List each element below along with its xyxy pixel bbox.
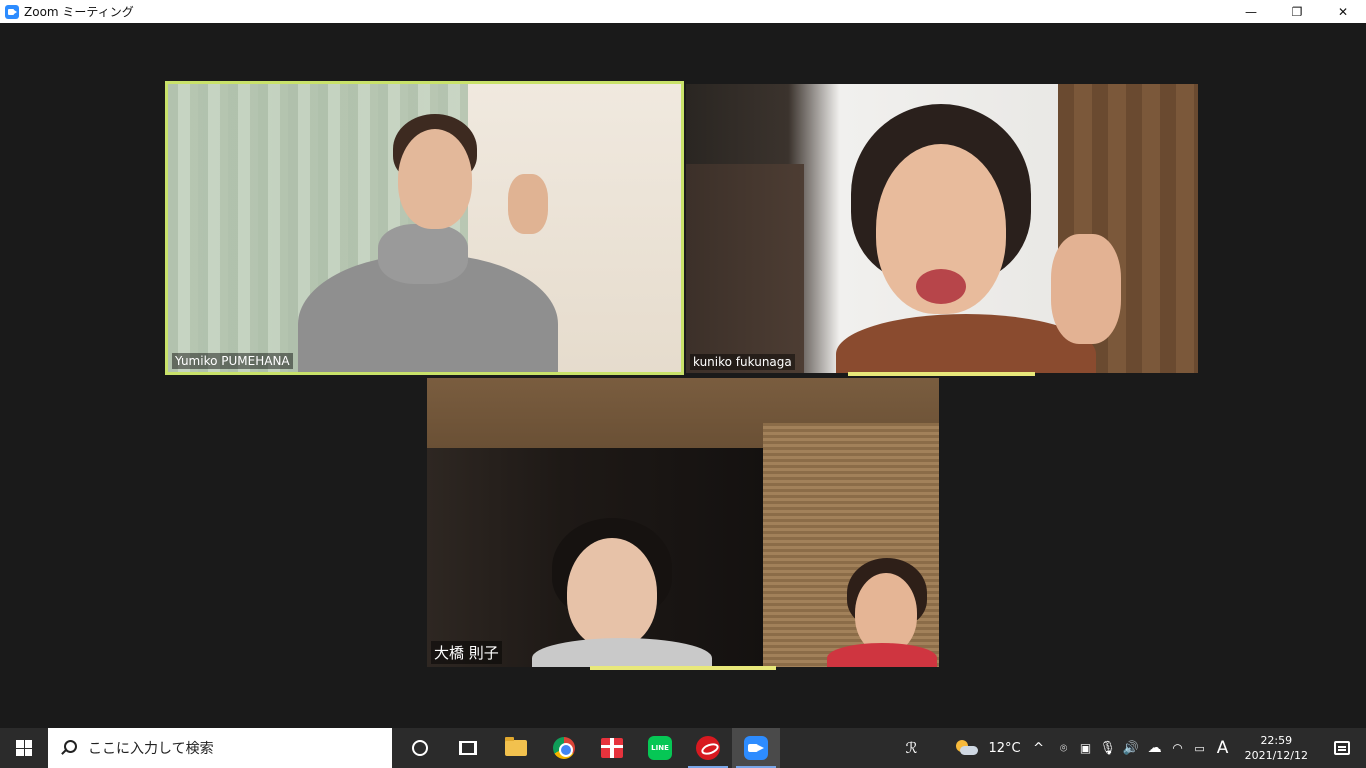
show-hidden-icons-button[interactable]: ^: [1025, 728, 1053, 768]
participant-name-label: 大橋 則子: [431, 641, 502, 664]
minimize-button[interactable]: —: [1228, 0, 1274, 23]
microphone-icon[interactable]: 🎙: [1097, 728, 1119, 768]
chrome-icon: [553, 737, 575, 759]
onedrive-cloud-icon[interactable]: ☁: [1143, 728, 1167, 768]
weather-widget[interactable]: 12°C: [952, 728, 1024, 768]
ime-mode-indicator[interactable]: A: [1211, 728, 1235, 768]
people-button[interactable]: ℛ: [894, 728, 928, 768]
battery-icon[interactable]: ▭: [1189, 728, 1211, 768]
chrome-button[interactable]: [540, 728, 588, 768]
maximize-button[interactable]: ❐: [1274, 0, 1320, 23]
window-controls: — ❐ ✕: [1228, 0, 1366, 23]
wifi-icon[interactable]: ◠: [1167, 728, 1189, 768]
volume-icon[interactable]: 🔊: [1119, 728, 1143, 768]
weather-partly-cloudy-icon: [956, 740, 979, 756]
start-button[interactable]: [0, 728, 48, 768]
gift-icon: [601, 738, 623, 758]
windows-logo-icon: [16, 740, 32, 756]
system-tray: ℛ 12°C ^ ⌾ ▣ 🎙 🔊 ☁ ◠ ▭ A 22:59 2021/12/1…: [894, 728, 1366, 768]
participant-video-1: [298, 104, 558, 372]
gift-app-button[interactable]: [588, 728, 636, 768]
line-app-button[interactable]: LINE: [636, 728, 684, 768]
participant-name-label: Yumiko PUMEHANA: [172, 353, 293, 369]
participant-video-2: [836, 104, 1121, 373]
zoom-taskbar-button[interactable]: [732, 728, 780, 768]
taskbar-clock[interactable]: 22:59 2021/12/12: [1235, 733, 1318, 763]
line-icon: LINE: [648, 736, 672, 760]
meeting-gallery-view: Yumiko PUMEHANA kuniko fukunaga 大橋 則子: [0, 23, 1366, 728]
camera-tray-icon[interactable]: ⌾: [1053, 728, 1075, 768]
audio-activity-bar: [848, 372, 1035, 376]
zoom-icon: [744, 736, 768, 760]
audio-activity-bar: [590, 666, 776, 670]
participant-video-3-person-a: [532, 518, 712, 667]
file-explorer-button[interactable]: [492, 728, 540, 768]
participant-tile-2[interactable]: kuniko fukunaga: [686, 84, 1198, 373]
temperature-text: 12°C: [988, 740, 1021, 756]
cortana-button[interactable]: [396, 728, 444, 768]
cortana-icon: [412, 740, 428, 756]
participant-tile-1[interactable]: Yumiko PUMEHANA: [165, 81, 684, 375]
search-icon: [60, 740, 77, 756]
trend-micro-icon: [696, 736, 720, 760]
participant-video-3-person-b: [827, 558, 937, 667]
action-center-icon[interactable]: [1334, 741, 1350, 755]
title-bar: Zoom ミーティング — ❐ ✕: [0, 0, 1366, 23]
search-placeholder: ここに入力して検索: [88, 741, 214, 757]
background-door: [686, 164, 804, 373]
clock-time: 22:59: [1260, 734, 1293, 747]
participant-tile-3[interactable]: 大橋 則子: [427, 378, 939, 667]
task-view-icon: [459, 741, 477, 755]
trend-micro-button[interactable]: [684, 728, 732, 768]
clock-date: 2021/12/12: [1244, 749, 1308, 762]
file-explorer-icon: [505, 737, 527, 756]
close-button[interactable]: ✕: [1320, 0, 1366, 23]
task-view-button[interactable]: [444, 728, 492, 768]
participant-name-label: kuniko fukunaga: [690, 354, 795, 370]
security-tray-icon[interactable]: ▣: [1075, 728, 1097, 768]
windows-taskbar: ここに入力して検索 LINE ℛ 12°C ^ ⌾ ▣ 🎙 🔊 ☁ ◠ ▭ A …: [0, 728, 1366, 768]
window-title: Zoom ミーティング: [24, 5, 134, 19]
taskbar-search-box[interactable]: ここに入力して検索: [48, 728, 392, 768]
zoom-logo-icon: [5, 4, 19, 19]
